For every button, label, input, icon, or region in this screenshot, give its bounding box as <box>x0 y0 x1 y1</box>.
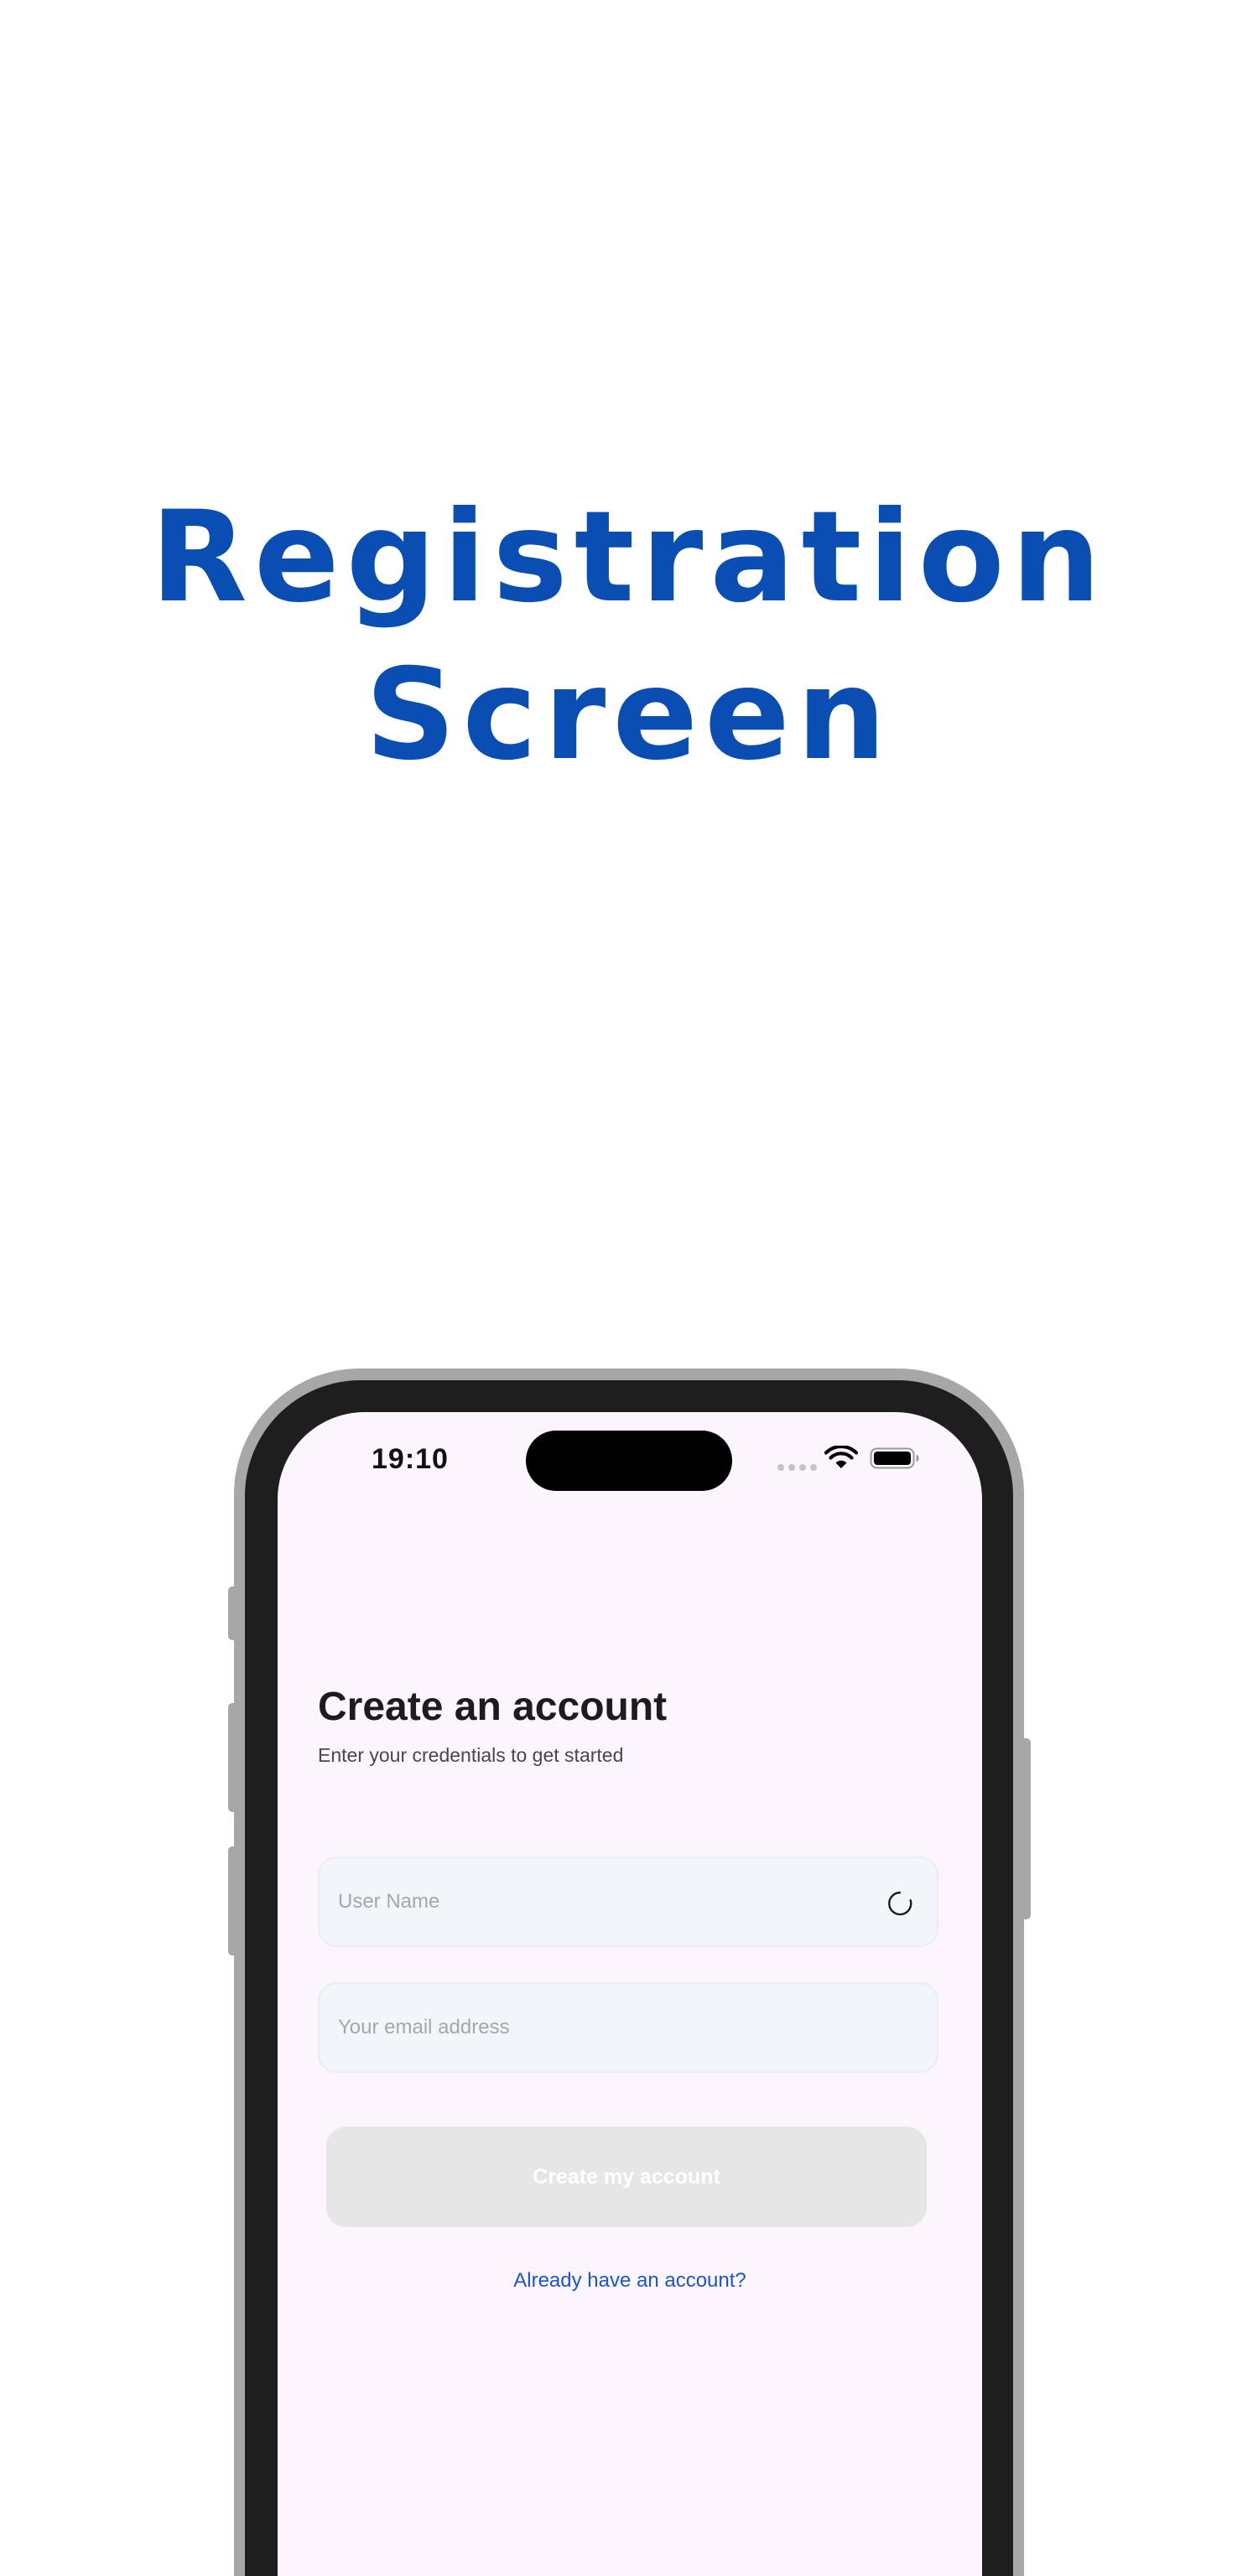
email-field[interactable] <box>318 1982 938 2073</box>
dynamic-island <box>526 1431 732 1491</box>
page-title: Create an account <box>318 1685 668 1729</box>
email-input[interactable] <box>338 1984 875 2071</box>
headline-line-1: Registration <box>150 484 1108 631</box>
signal-dots-icon <box>777 1464 817 1471</box>
status-time: 19:10 <box>372 1443 449 1475</box>
already-have-account-link[interactable]: Already have an account? <box>278 2269 982 2293</box>
page-subtitle: Enter your credentials to get started <box>318 1744 624 1766</box>
username-input[interactable] <box>338 1858 875 1945</box>
battery-icon <box>870 1447 919 1469</box>
headline: Registration Screen <box>0 479 1258 794</box>
headline-line-2: Screen <box>365 641 893 788</box>
marketing-page: Registration Screen 19:10 Create an acco… <box>0 0 1258 2576</box>
phone-screen: 19:10 Create an account Enter your crede… <box>278 1412 982 2576</box>
loading-spinner-icon <box>888 1891 912 1916</box>
create-account-button[interactable]: Create my account <box>326 2127 927 2227</box>
username-field[interactable] <box>318 1857 938 1947</box>
wifi-icon <box>824 1446 858 1468</box>
